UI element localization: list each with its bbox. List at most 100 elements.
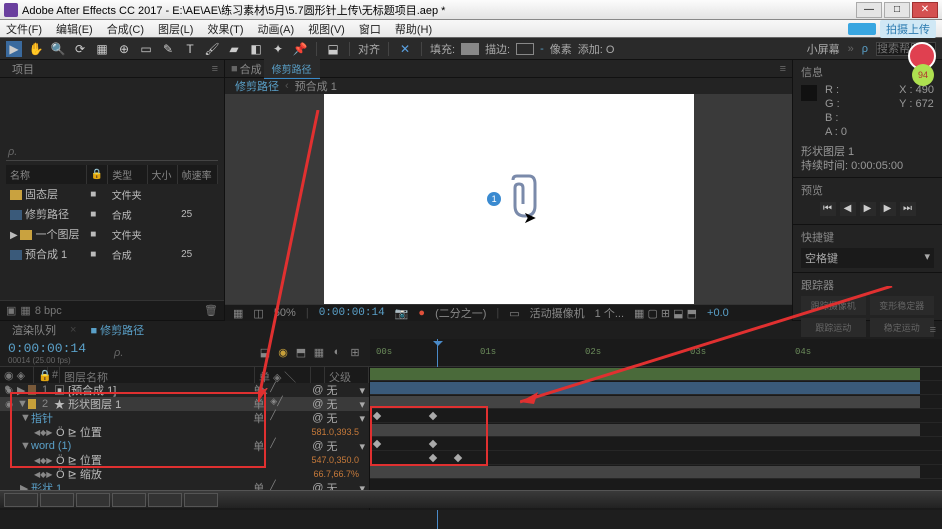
roto-tool[interactable]: ✦ xyxy=(270,41,286,57)
menu-comp[interactable]: 合成(C) xyxy=(107,21,144,37)
resolution-dropdown[interactable]: (二分之一) xyxy=(435,305,486,321)
cloud-upload-button[interactable] xyxy=(848,23,876,35)
menu-file[interactable]: 文件(F) xyxy=(6,21,42,37)
upload-button[interactable]: 拍摄上传 xyxy=(880,20,936,38)
rect-tool[interactable]: ▭ xyxy=(138,41,154,57)
first-frame-button[interactable]: ⏮ xyxy=(820,202,836,216)
view-opts-icon[interactable]: ▦ ▢ ⊞ ⬓ ⬒ xyxy=(634,307,697,320)
minimize-button[interactable]: — xyxy=(856,2,882,18)
puppet-tool[interactable]: 📌 xyxy=(292,41,308,57)
project-row[interactable]: 修剪路径■合成25 xyxy=(6,204,218,224)
exposure[interactable]: +0.0 xyxy=(707,307,729,319)
menu-help[interactable]: 帮助(H) xyxy=(395,21,432,37)
menu-edit[interactable]: 编辑(E) xyxy=(56,21,93,37)
selection-tool[interactable]: ▶ xyxy=(6,41,22,57)
taskbar-button[interactable] xyxy=(148,493,182,507)
col-size[interactable]: 大小 xyxy=(147,165,177,184)
roi-icon[interactable]: ▭ xyxy=(509,307,519,320)
menu-effect[interactable]: 效果(T) xyxy=(207,21,243,37)
bpc-toggle[interactable]: 8 bpc xyxy=(35,305,62,317)
snap-label[interactable]: 对齐 xyxy=(358,41,380,57)
show-channel-icon[interactable]: ● xyxy=(418,307,425,319)
comp-mini-flowchart-icon[interactable]: ⬓ xyxy=(258,346,272,360)
property-row[interactable]: ◀◆▶Ö ⊵ 位置547.0,350.0 xyxy=(0,453,369,467)
track-camera-button[interactable]: 跟踪摄像机 xyxy=(801,296,866,315)
draft3d-icon[interactable]: ◉ xyxy=(276,346,290,360)
menu-window[interactable]: 窗口 xyxy=(359,21,381,37)
comp-tab-active[interactable]: 修剪路径 xyxy=(264,59,320,79)
camera-tool[interactable]: ▦ xyxy=(94,41,110,57)
menu-view[interactable]: 视图(V) xyxy=(308,21,345,37)
fill-swatch[interactable] xyxy=(461,43,479,55)
graph-editor-icon[interactable]: ⊞ xyxy=(348,346,362,360)
add-label[interactable]: 添加: O xyxy=(578,41,615,57)
grid-icon[interactable]: ▦ xyxy=(233,307,243,320)
taskbar-button[interactable] xyxy=(112,493,146,507)
timeline-tab[interactable]: ■ 修剪路径 xyxy=(84,320,150,340)
project-row[interactable]: ▶ 一个图层■文件夹 xyxy=(6,224,218,244)
shortcut-dropdown[interactable]: 空格键▾ xyxy=(801,248,934,268)
timeline-search[interactable]: ρ. xyxy=(114,347,123,359)
maximize-button[interactable]: □ xyxy=(884,2,910,18)
new-comp-icon[interactable]: ▦ xyxy=(20,304,30,317)
transparency-icon[interactable]: ◫ xyxy=(253,307,263,320)
hand-tool[interactable]: ✋ xyxy=(28,41,44,57)
layer-sub-row[interactable]: ▼指针单 ╱@无▾ xyxy=(0,411,369,425)
view-count[interactable]: 1 个... xyxy=(595,305,624,321)
panel-menu-icon[interactable]: ≡ xyxy=(212,63,218,75)
float-widget[interactable]: 94 xyxy=(908,42,938,92)
brush-tool[interactable]: 🖌 xyxy=(204,41,220,57)
layer-sub-row[interactable]: ▼word (1)单 ╱@无▾ xyxy=(0,439,369,453)
composition-viewer[interactable]: 1 ➤ xyxy=(324,94,694,304)
project-search[interactable]: ρ. xyxy=(6,144,218,161)
taskbar-button[interactable] xyxy=(4,493,38,507)
layer-row[interactable]: ◉▶1▣ [预合成 1]单 ╱@无▾ xyxy=(0,383,369,397)
snap-opt-icon[interactable]: ✕ xyxy=(397,41,413,57)
layer-row[interactable]: ◉▼2★ 形状图层 1单◈╱@无▾ xyxy=(0,397,369,411)
taskbar-button[interactable] xyxy=(76,493,110,507)
menu-layer[interactable]: 图层(L) xyxy=(158,21,193,37)
frame-blend-icon[interactable]: ▦ xyxy=(312,346,326,360)
motion-blur-icon[interactable]: ◐ xyxy=(330,346,344,360)
warp-stabilizer-button[interactable]: 变形稳定器 xyxy=(870,296,935,315)
timeline-tracks[interactable] xyxy=(370,367,942,510)
next-frame-button[interactable]: ▶ xyxy=(880,202,896,216)
render-queue-tab[interactable]: 渲染队列 xyxy=(6,320,62,340)
project-row[interactable]: 固态层■文件夹 xyxy=(6,184,218,204)
shy-icon[interactable]: ⬒ xyxy=(294,346,308,360)
playhead[interactable] xyxy=(433,339,443,367)
paperclip-layer[interactable]: 1 ➤ xyxy=(501,174,541,218)
property-row[interactable]: ◀◆▶Ö ⊵ 位置581.0,393.5 xyxy=(0,425,369,439)
stroke-swatch[interactable] xyxy=(516,43,534,55)
panel-menu-icon[interactable]: ≡ xyxy=(930,324,936,336)
trash-icon[interactable]: 🗑 xyxy=(204,304,218,317)
stamp-tool[interactable]: ▰ xyxy=(226,41,242,57)
menu-anim[interactable]: 动画(A) xyxy=(258,21,295,37)
rotate-tool[interactable]: ⟳ xyxy=(72,41,88,57)
prev-frame-button[interactable]: ◀ xyxy=(840,202,856,216)
time-ruler[interactable]: 00s 01s 02s 03s 04s xyxy=(370,339,942,366)
snapshot-icon[interactable]: 📷 xyxy=(395,307,409,320)
timecode[interactable]: 0:00:00:14 xyxy=(319,307,385,319)
panel-menu-icon[interactable]: ≡ xyxy=(780,63,786,75)
zoom-tool[interactable]: 🔍 xyxy=(50,41,66,57)
zoom-value[interactable]: 50% xyxy=(274,307,296,319)
local-axis-icon[interactable]: ⬓ xyxy=(325,41,341,57)
workspace-dropdown[interactable]: 小屏幕 xyxy=(807,41,840,57)
project-row[interactable]: 预合成 1■合成25 xyxy=(6,244,218,264)
close-button[interactable]: ✕ xyxy=(912,2,938,18)
new-bin-icon[interactable]: ▣ xyxy=(6,304,16,317)
breadcrumb-item[interactable]: 预合成 1 xyxy=(295,78,337,94)
property-row[interactable]: ◀◆▶Ö ⊵ 缩放66.7,66.7% xyxy=(0,467,369,481)
taskbar-button[interactable] xyxy=(40,493,74,507)
col-name[interactable]: 名称 xyxy=(6,165,86,184)
project-tab[interactable]: 项目 xyxy=(6,59,40,79)
col-fps[interactable]: 帧速率 xyxy=(177,165,217,184)
breadcrumb-item[interactable]: 修剪路径 xyxy=(235,78,279,94)
timeline-timecode[interactable]: 0:00:00:14 xyxy=(8,341,86,356)
eraser-tool[interactable]: ◧ xyxy=(248,41,264,57)
taskbar-button[interactable] xyxy=(184,493,218,507)
stroke-width[interactable]: - xyxy=(540,43,544,55)
camera-dropdown[interactable]: 活动摄像机 xyxy=(530,305,585,321)
anchor-tool[interactable]: ⊕ xyxy=(116,41,132,57)
